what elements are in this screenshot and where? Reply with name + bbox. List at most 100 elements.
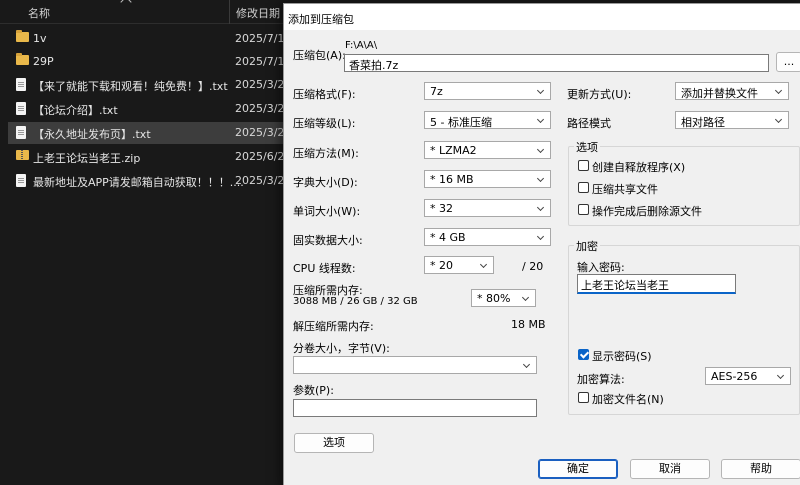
update-value: 添加并替换文件 xyxy=(681,87,758,100)
file-row-1[interactable]: 1v 2025/7/14 xyxy=(8,28,291,50)
file-row-6[interactable]: 上老王论坛当老王.zip 2025/6/22 xyxy=(8,146,291,168)
file-row-3[interactable]: 【来了就能下载和观看！纯免费！】.txt 2025/3/26 xyxy=(8,74,291,96)
update-select[interactable]: 添加并替换文件 xyxy=(675,82,789,100)
archive-label: 压缩包(A): xyxy=(293,49,346,62)
browse-button[interactable]: ... xyxy=(776,52,800,72)
chevron-down-icon xyxy=(536,86,545,95)
delete-after-checkbox[interactable] xyxy=(578,204,589,215)
word-label: 单词大小(W): xyxy=(293,205,361,218)
file-name: 【论坛介绍】.txt xyxy=(33,104,118,117)
update-label: 更新方式(U): xyxy=(567,88,632,101)
text-file-icon xyxy=(16,102,26,115)
chevron-down-icon xyxy=(521,293,530,302)
path-mode-value: 相对路径 xyxy=(681,116,725,129)
threads-label: CPU 线程数: xyxy=(293,262,356,275)
file-row-2[interactable]: 29P 2025/7/14 xyxy=(8,51,291,73)
threads-select[interactable]: * 20 xyxy=(424,256,494,274)
path-mode-select[interactable]: 相对路径 xyxy=(675,111,789,129)
format-value: 7z xyxy=(430,85,443,98)
volume-select[interactable] xyxy=(293,356,537,374)
column-date[interactable]: 修改日期 xyxy=(236,5,280,21)
dict-value: * 16 MB xyxy=(430,173,474,186)
mem-comp-value: * 80% xyxy=(477,292,511,305)
format-select[interactable]: 7z xyxy=(424,82,551,100)
threads-value: * 20 xyxy=(430,259,453,272)
chevron-down-icon xyxy=(536,115,545,124)
dialog-titlebar[interactable]: 添加到压缩包 xyxy=(284,4,800,30)
solid-select[interactable]: * 4 GB xyxy=(424,228,551,246)
chevron-down-icon xyxy=(536,174,545,183)
show-password-checkbox[interactable] xyxy=(578,349,589,360)
archive-path: F:\A\A\ xyxy=(345,40,378,51)
shared-label[interactable]: 压缩共享文件 xyxy=(592,181,658,197)
text-file-icon xyxy=(16,78,26,91)
dialog-title: 添加到压缩包 xyxy=(288,13,354,26)
encryption-group-title: 加密 xyxy=(574,238,600,254)
chevron-down-icon xyxy=(479,260,488,269)
file-name: 【永久地址发布页】.txt xyxy=(33,128,151,141)
column-name[interactable]: 名称 xyxy=(28,5,50,21)
sfx-checkbox[interactable] xyxy=(578,160,589,171)
chevron-down-icon xyxy=(536,145,545,154)
file-row-4[interactable]: 【论坛介绍】.txt 2025/3/26 xyxy=(8,98,291,120)
shared-checkbox[interactable] xyxy=(578,182,589,193)
encryption-method-label: 加密算法: xyxy=(577,373,625,386)
level-label: 压缩等级(L): xyxy=(293,117,356,130)
file-name: 【来了就能下载和观看！纯免费！】.txt xyxy=(33,80,228,93)
dict-label: 字典大小(D): xyxy=(293,176,358,189)
zip-file-icon xyxy=(16,150,29,160)
chevron-down-icon xyxy=(536,203,545,212)
method-value: * LZMA2 xyxy=(430,144,477,157)
level-value: 5 - 标准压缩 xyxy=(430,116,492,129)
help-button[interactable]: 帮助 xyxy=(721,459,800,479)
cancel-button[interactable]: 取消 xyxy=(630,459,710,479)
add-to-archive-dialog: 添加到压缩包 压缩包(A): F:\A\A\ 香菜拍.7z ... 压缩格式(F… xyxy=(283,3,800,485)
params-label: 参数(P): xyxy=(293,384,334,397)
options-button[interactable]: 选项 xyxy=(294,433,374,453)
path-mode-label: 路径模式 xyxy=(567,117,611,130)
word-value: * 32 xyxy=(430,202,453,215)
chevron-down-icon xyxy=(774,115,783,124)
text-file-icon xyxy=(16,126,26,139)
file-name: 最新地址及APP请发邮箱自动获取！！！.... xyxy=(33,176,244,189)
file-name: 1v xyxy=(33,32,47,45)
solid-value: * 4 GB xyxy=(430,231,466,244)
sort-ascending-icon[interactable] xyxy=(120,0,132,8)
delete-after-label[interactable]: 操作完成后删除源文件 xyxy=(592,203,702,219)
mem-comp-detail: 3088 MB / 26 GB / 32 GB xyxy=(293,296,418,307)
chevron-down-icon xyxy=(522,360,531,369)
method-label: 压缩方法(M): xyxy=(293,147,359,160)
folder-icon xyxy=(16,53,29,65)
archive-name-input[interactable]: 香菜拍.7z xyxy=(344,54,769,72)
volume-label: 分卷大小，字节(V): xyxy=(293,342,390,355)
password-input[interactable]: 上老王论坛当老王 xyxy=(577,274,736,294)
format-label: 压缩格式(F): xyxy=(293,88,356,101)
sfx-label[interactable]: 创建自释放程序(X) xyxy=(592,159,685,175)
options-group-title: 选项 xyxy=(574,139,600,155)
encryption-method-value: AES-256 xyxy=(711,370,758,383)
encrypt-names-label[interactable]: 加密文件名(N) xyxy=(592,391,664,407)
folder-icon xyxy=(16,30,29,42)
word-select[interactable]: * 32 xyxy=(424,199,551,217)
mem-decomp-label: 解压缩所需内存: xyxy=(293,320,374,333)
method-select[interactable]: * LZMA2 xyxy=(424,141,551,159)
params-input[interactable] xyxy=(293,399,537,417)
chevron-down-icon xyxy=(776,371,785,380)
file-name: 上老王论坛当老王.zip xyxy=(33,152,141,165)
show-password-label[interactable]: 显示密码(S) xyxy=(592,348,652,364)
mem-comp-select[interactable]: * 80% xyxy=(471,289,536,307)
level-select[interactable]: 5 - 标准压缩 xyxy=(424,111,551,129)
file-row-7[interactable]: 最新地址及APP请发邮箱自动获取！！！.... 2025/3/26 xyxy=(8,170,291,192)
ok-button[interactable]: 确定 xyxy=(538,459,618,479)
encrypt-names-checkbox[interactable] xyxy=(578,392,589,403)
chevron-down-icon xyxy=(536,232,545,241)
dict-select[interactable]: * 16 MB xyxy=(424,170,551,188)
file-row-5-selected[interactable]: 【永久地址发布页】.txt 2025/3/26 xyxy=(8,122,291,144)
chevron-down-icon xyxy=(774,86,783,95)
password-label: 输入密码: xyxy=(577,261,625,274)
file-name: 29P xyxy=(33,55,54,68)
threads-max: / 20 xyxy=(522,260,544,273)
column-separator[interactable] xyxy=(229,0,230,24)
encryption-method-select[interactable]: AES-256 xyxy=(705,367,791,385)
solid-label: 固实数据大小: xyxy=(293,234,363,247)
